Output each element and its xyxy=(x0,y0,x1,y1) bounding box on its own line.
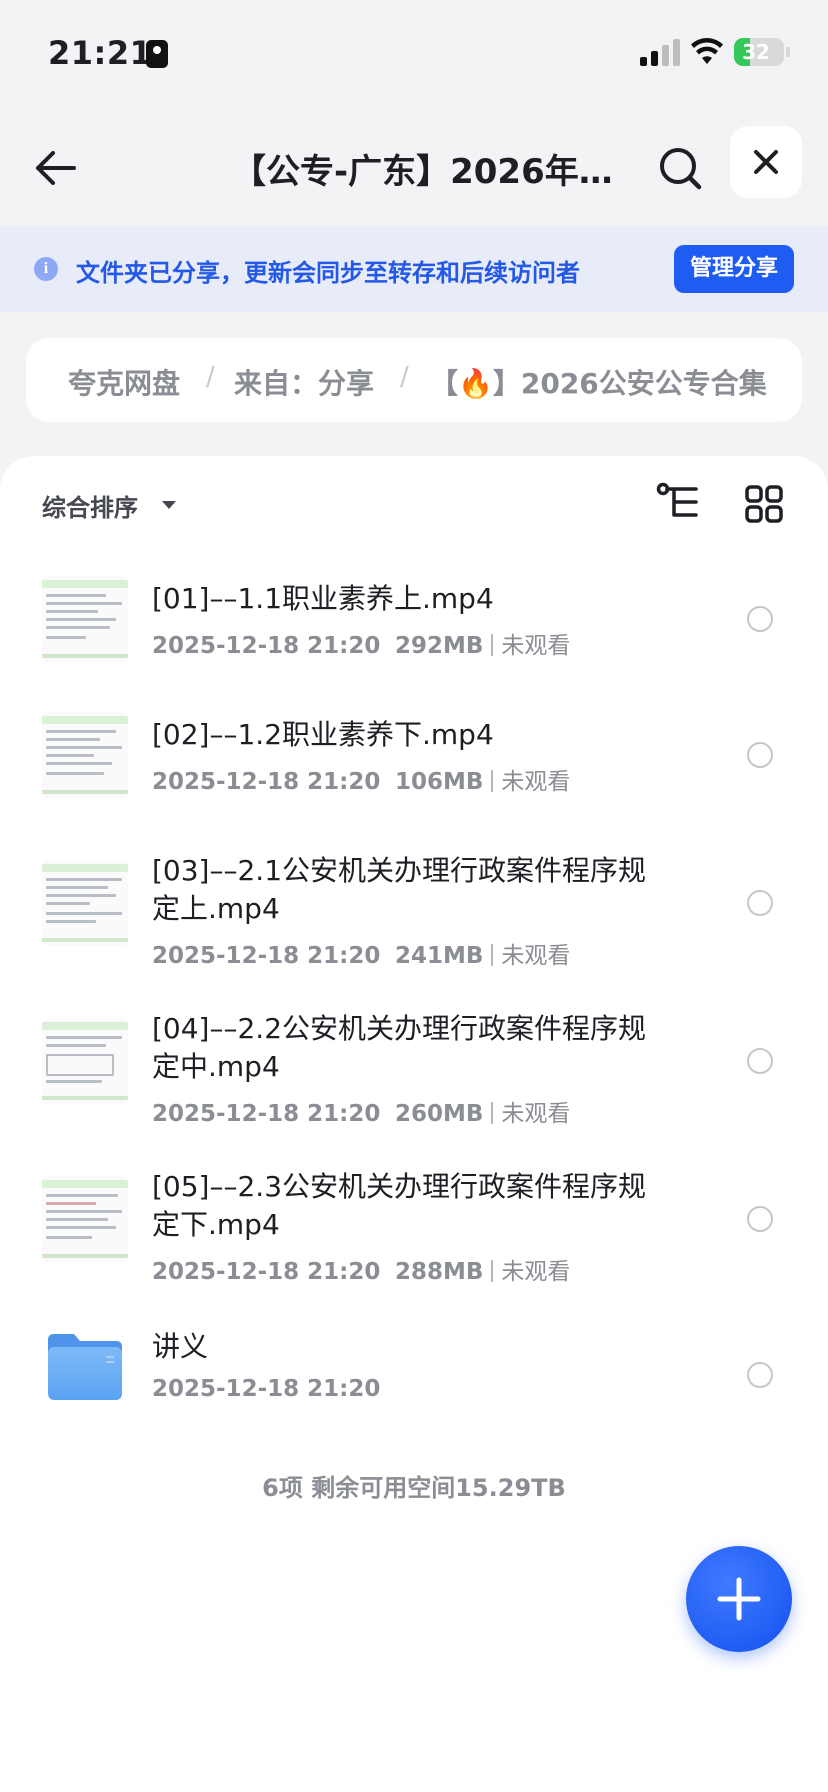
manage-share-button[interactable]: 管理分享 xyxy=(674,245,794,293)
file-name: [01]––1.1职业素养上.mp4 xyxy=(152,582,494,615)
folder-icon xyxy=(48,1334,122,1400)
file-size: 260MB xyxy=(394,1101,484,1127)
cellular-signal-icon xyxy=(640,38,680,66)
file-size: 241MB xyxy=(394,943,484,969)
breadcrumb-item-from-share[interactable]: 来自：分享 xyxy=(234,362,374,402)
select-radio[interactable] xyxy=(747,1206,773,1232)
folder-row[interactable]: 讲义 2025-12-18 21:20 xyxy=(0,1328,828,1438)
file-meta: 2025-12-18 21:20 288MB 未观看 xyxy=(152,1252,570,1286)
status-time: 21:21 xyxy=(48,34,153,72)
file-name: [02]––1.2职业素养下.mp4 xyxy=(152,718,494,751)
search-icon xyxy=(660,148,702,190)
add-button[interactable] xyxy=(686,1546,792,1652)
page-title: 【公专-广东】2026年… xyxy=(232,152,613,192)
wifi-icon xyxy=(691,38,723,64)
back-arrow-icon xyxy=(36,151,76,185)
watch-status: 未观看 xyxy=(501,1259,571,1285)
chevron-down-icon xyxy=(162,501,176,509)
select-radio[interactable] xyxy=(747,606,773,632)
file-meta: 2025-12-18 21:20 106MB 未观看 xyxy=(152,762,570,796)
file-meta: 2025-12-18 21:20 260MB 未观看 xyxy=(152,1094,570,1128)
select-radio[interactable] xyxy=(747,742,773,768)
file-size: 106MB xyxy=(394,769,484,795)
file-date: 2025-12-18 21:20 xyxy=(152,943,381,969)
watch-status: 未观看 xyxy=(501,633,571,659)
breadcrumb-item-current-folder[interactable]: 【🔥】2026公安公专合集 xyxy=(430,362,767,402)
file-row[interactable]: [03]––2.1公安机关办理行政案件程序规定上.mp4 2025-12-18 … xyxy=(0,854,828,1010)
file-meta: 2025-12-18 21:20 xyxy=(152,1376,380,1402)
back-button[interactable] xyxy=(28,140,84,196)
video-thumbnail xyxy=(42,712,128,798)
battery-percent: 32 xyxy=(742,40,770,64)
tree-view-icon[interactable] xyxy=(656,482,700,522)
file-size: 288MB xyxy=(394,1259,484,1285)
select-radio[interactable] xyxy=(747,890,773,916)
sort-dropdown[interactable]: 综合排序 xyxy=(42,488,138,523)
file-date: 2025-12-18 21:20 xyxy=(152,1259,381,1285)
file-name: [05]––2.3公安机关办理行政案件程序规定下.mp4 xyxy=(152,1170,647,1241)
battery-cap xyxy=(786,47,790,57)
watch-status: 未观看 xyxy=(501,1101,571,1127)
close-icon xyxy=(754,150,778,174)
file-row[interactable]: [02]––1.2职业素养下.mp4 2025-12-18 21:20 106M… xyxy=(0,712,828,834)
grid-view-icon[interactable] xyxy=(744,484,784,524)
file-size: 292MB xyxy=(394,633,484,659)
file-date: 2025-12-18 21:20 xyxy=(152,1376,381,1402)
nav-bar: 【公专-广东】2026年… xyxy=(0,110,828,226)
close-button[interactable] xyxy=(730,126,802,198)
file-list-panel: 综合排序 [01]––1.1职业素养上.mp4 2025-12-18 21:20… xyxy=(0,456,828,1792)
file-row[interactable]: [01]––1.1职业素养上.mp4 2025-12-18 21:20 292M… xyxy=(0,576,828,698)
file-row[interactable]: [04]––2.2公安机关办理行政案件程序规定中.mp4 2025-12-18 … xyxy=(0,1012,828,1168)
folder-name: 讲义 xyxy=(152,1330,209,1363)
storage-summary: 6项 剩余可用空间15.29TB xyxy=(262,1474,566,1502)
battery-icon: 32 xyxy=(734,38,784,66)
breadcrumb: 夸克网盘 / 来自：分享 / 【🔥】2026公安公专合集 xyxy=(26,338,802,422)
watch-status: 未观看 xyxy=(501,943,571,969)
video-thumbnail xyxy=(42,1018,128,1104)
plus-icon xyxy=(717,1577,761,1621)
file-meta: 2025-12-18 21:20 292MB 未观看 xyxy=(152,626,570,660)
video-thumbnail xyxy=(42,1176,128,1262)
file-name: [04]––2.2公安机关办理行政案件程序规定中.mp4 xyxy=(152,1012,647,1083)
share-banner-text: 文件夹已分享，更新会同步至转存和后续访问者 xyxy=(76,259,580,287)
file-meta: 2025-12-18 21:20 241MB 未观看 xyxy=(152,936,570,970)
breadcrumb-separator: / xyxy=(400,362,409,392)
search-button[interactable] xyxy=(652,140,708,196)
file-row[interactable]: [05]––2.3公安机关办理行政案件程序规定下.mp4 2025-12-18 … xyxy=(0,1170,828,1326)
focus-mode-icon xyxy=(146,40,168,68)
breadcrumb-separator: / xyxy=(206,362,215,392)
file-date: 2025-12-18 21:20 xyxy=(152,633,381,659)
status-bar: 21:21 32 xyxy=(0,0,828,110)
info-icon: i xyxy=(34,257,58,281)
breadcrumb-item-quark-drive[interactable]: 夸克网盘 xyxy=(68,362,180,402)
file-name: [03]––2.1公安机关办理行政案件程序规定上.mp4 xyxy=(152,854,647,925)
select-radio[interactable] xyxy=(747,1048,773,1074)
select-radio[interactable] xyxy=(747,1362,773,1388)
video-thumbnail xyxy=(42,576,128,662)
file-date: 2025-12-18 21:20 xyxy=(152,769,381,795)
share-banner: i 文件夹已分享，更新会同步至转存和后续访问者 管理分享 xyxy=(0,226,828,312)
watch-status: 未观看 xyxy=(501,769,571,795)
file-date: 2025-12-18 21:20 xyxy=(152,1101,381,1127)
video-thumbnail xyxy=(42,860,128,946)
